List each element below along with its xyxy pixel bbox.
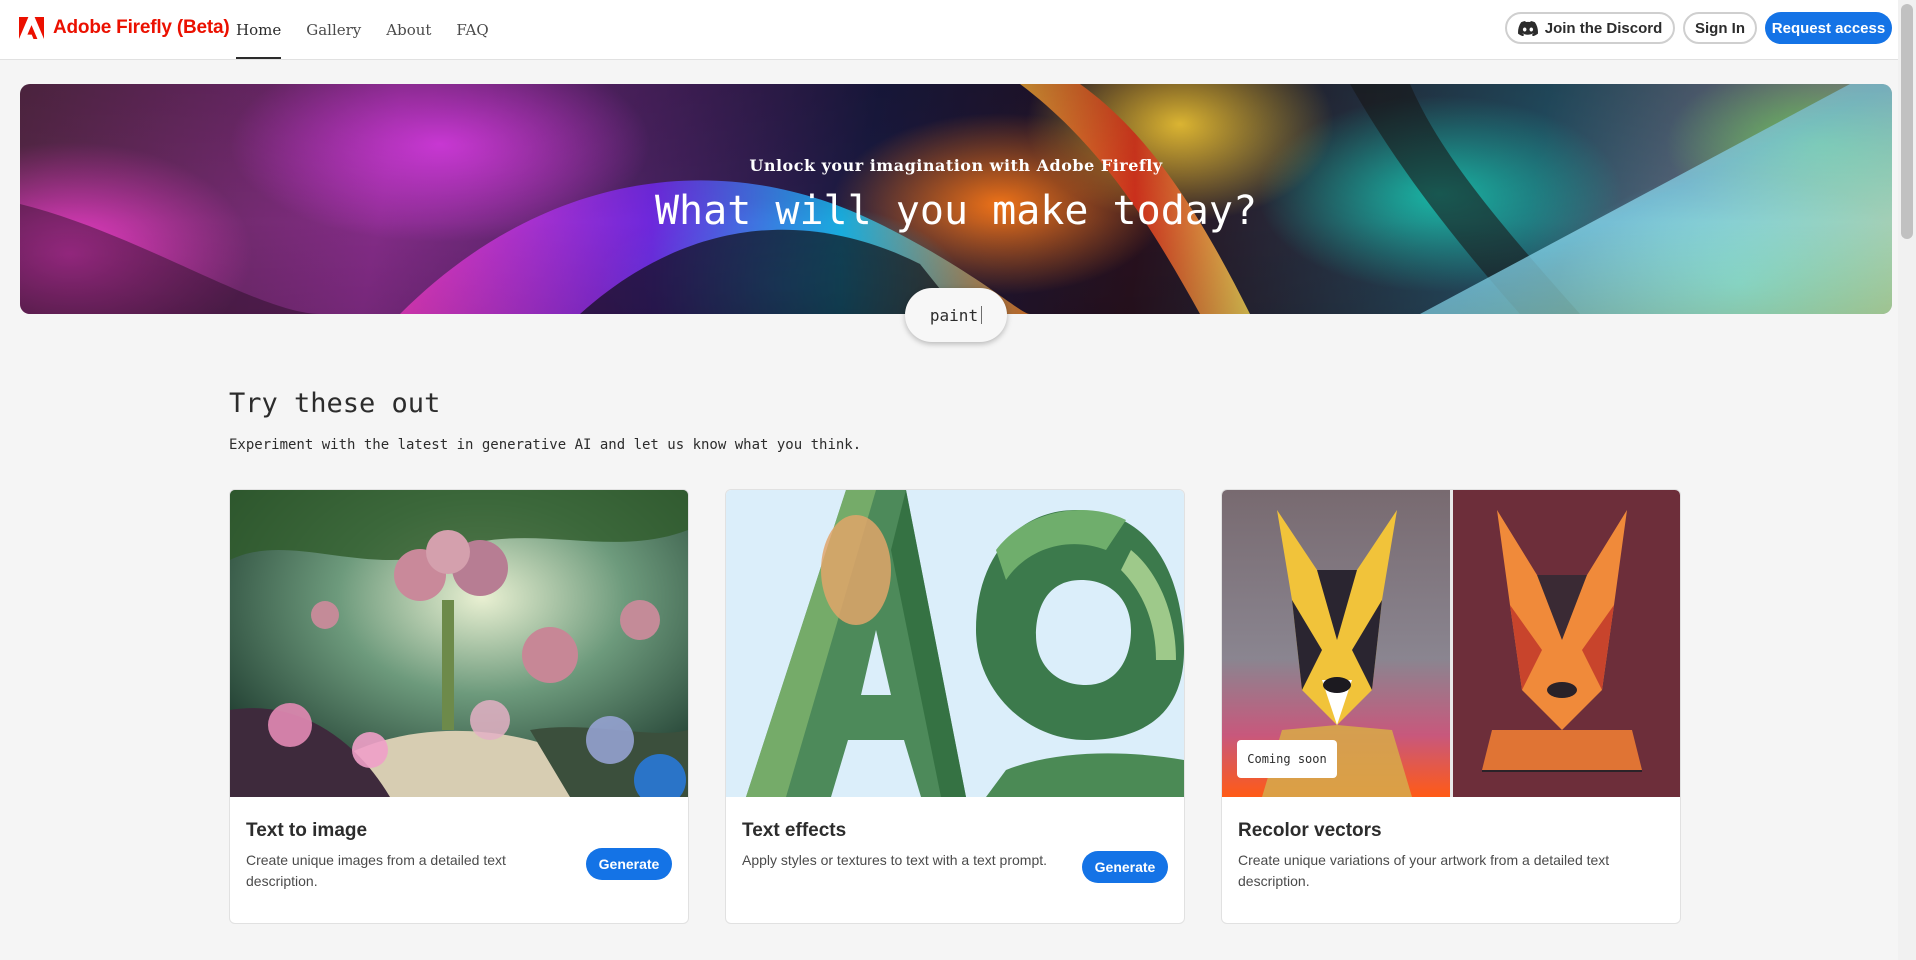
card-text-effects[interactable]: Text effects Apply styles or textures to… [725, 489, 1185, 924]
top-nav-bar: Adobe Firefly (Beta) Home Gallery About … [0, 0, 1898, 60]
hero-title: What will you make today? [654, 188, 1258, 234]
hero-banner: Unlock your imagination with Adobe Firef… [20, 84, 1892, 314]
recolor-vectors-thumbnail: Coming soon [1222, 490, 1680, 797]
prompt-input[interactable]: paint [905, 288, 1007, 342]
join-discord-button[interactable]: Join the Discord [1505, 12, 1675, 44]
hero-kicker: Unlock your imagination with Adobe Firef… [749, 156, 1163, 175]
text-effects-thumbnail [726, 490, 1184, 797]
text-to-image-thumbnail [230, 490, 688, 797]
card-description: Create unique images from a detailed tex… [246, 852, 506, 889]
prompt-input-value: paint [929, 305, 979, 325]
card-title: Recolor vectors [1238, 820, 1382, 841]
adobe-logo-icon [19, 17, 44, 39]
nav-faq[interactable]: FAQ [456, 0, 488, 59]
generate-button-text-effects[interactable]: Generate [1082, 851, 1168, 883]
card-title: Text to image [246, 820, 368, 841]
nav-home[interactable]: Home [236, 0, 282, 59]
join-discord-label: Join the Discord [1544, 19, 1663, 37]
section-title: Try these out [229, 388, 441, 419]
card-description: Apply styles or textures to text with a … [742, 852, 1048, 868]
brand-name: Adobe Firefly (Beta) [53, 17, 230, 38]
sign-in-button[interactable]: Sign In [1683, 12, 1757, 44]
nav-about[interactable]: About [386, 0, 431, 59]
section-subtitle: Experiment with the latest in generative… [229, 437, 862, 453]
scrollbar-thumb[interactable] [1901, 4, 1913, 239]
brand-link[interactable]: Adobe Firefly (Beta) [19, 17, 230, 39]
discord-icon [1517, 20, 1538, 36]
card-title: Text effects [742, 820, 847, 841]
coming-soon-badge: Coming soon [1237, 740, 1337, 778]
card-recolor-vectors[interactable]: Coming soon Recolor vectors Create uniqu… [1221, 489, 1681, 924]
card-text-to-image[interactable]: Text to image Create unique images from … [229, 489, 689, 924]
request-access-button[interactable]: Request access [1765, 12, 1892, 44]
nav-gallery[interactable]: Gallery [306, 0, 361, 59]
main-nav: Home Gallery About FAQ [236, 0, 514, 59]
text-caret [981, 306, 983, 324]
card-description: Create unique variations of your artwork… [1238, 852, 1610, 889]
generate-button-text-to-image[interactable]: Generate [586, 848, 672, 880]
